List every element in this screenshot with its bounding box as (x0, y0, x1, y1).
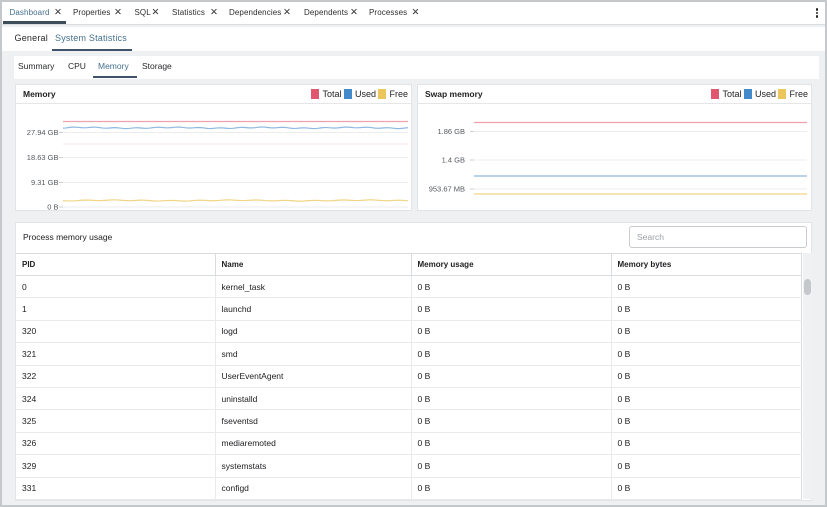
svg-text:1.86 GB: 1.86 GB (437, 127, 465, 136)
svg-text:953.67 MB: 953.67 MB (429, 185, 465, 194)
svg-text:18.63 GB: 18.63 GB (27, 153, 59, 162)
svg-text:0 B: 0 B (47, 203, 58, 212)
svg-text:27.94 GB: 27.94 GB (27, 128, 59, 137)
svg-text:1.4 GB: 1.4 GB (442, 156, 465, 165)
svg-text:9.31 GB: 9.31 GB (31, 178, 59, 187)
